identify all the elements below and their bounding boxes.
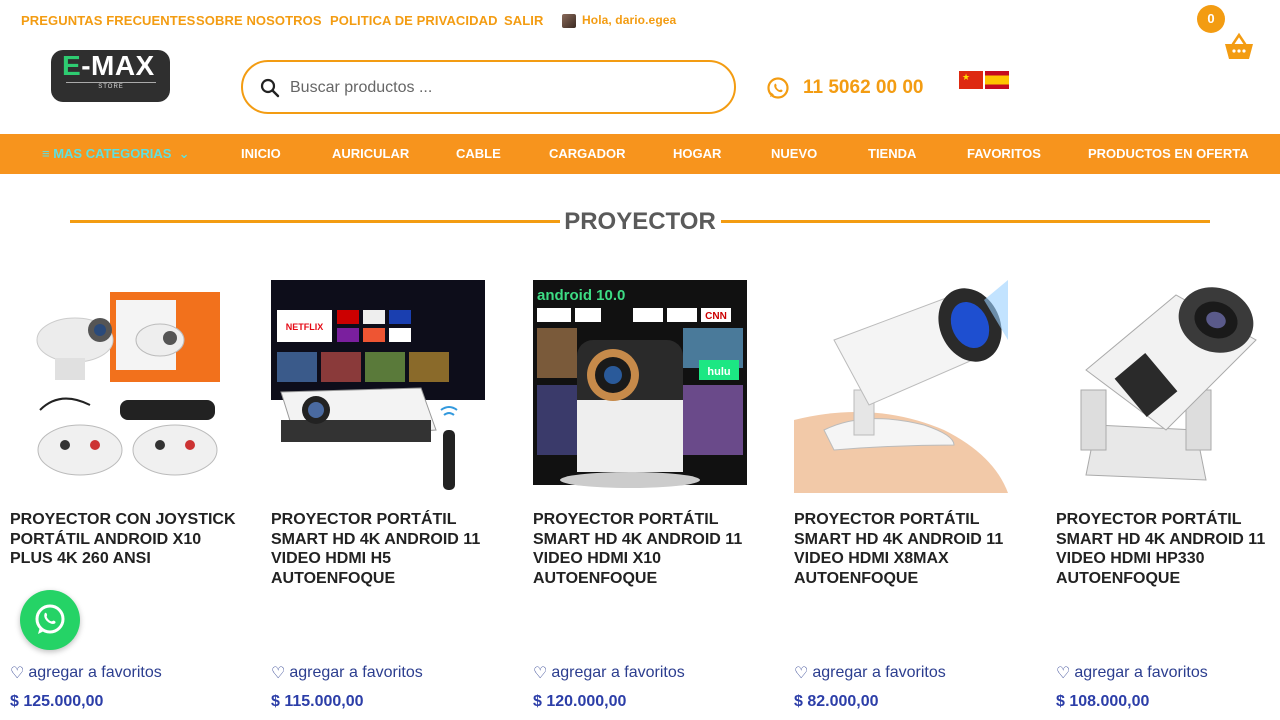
nav-item-ofertas[interactable]: PRODUCTOS EN OFERTA [1088,146,1249,161]
product-title[interactable]: PROYECTOR PORTÁTIL SMART HD 4K ANDROID 1… [271,510,507,588]
heart-icon: ♡ [1056,665,1071,682]
more-categories-menu[interactable]: ≡ MAS CATEGORIAS ⌄ [42,146,190,162]
privacy-link[interactable]: POLITICA DE PRIVACIDAD [330,13,498,28]
nav-item-favoritos[interactable]: FAVORITOS [967,146,1041,161]
product-title[interactable]: PROYECTOR PORTÁTIL SMART HD 4K ANDROID 1… [1056,510,1280,588]
nav-item-nuevo[interactable]: NUEVO [771,146,817,161]
product-card: PROYECTOR PORTÁTIL SMART HD 4K ANDROID 1… [794,280,1034,720]
product-image[interactable]: NETFLIX [271,280,485,493]
heart-icon: ♡ [533,665,548,682]
product-title[interactable]: PROYECTOR CON JOYSTICK PORTÁTIL ANDROID … [10,510,246,569]
section-divider-right [721,220,1210,223]
product-price: $ 115.000,00 [271,693,364,710]
nav-item-cable[interactable]: CABLE [456,146,501,161]
nav-item-hogar[interactable]: HOGAR [673,146,721,161]
cart-count-badge[interactable]: 0 [1197,5,1225,33]
product-image[interactable] [20,280,234,493]
cart-basket-icon[interactable] [1222,32,1256,62]
product-image[interactable] [794,280,1008,493]
nav-item-tienda[interactable]: TIENDA [868,146,916,161]
nav-item-auricular[interactable]: AURICULAR [332,146,409,161]
top-bar: PREGUNTAS FRECUENTES SOBRE NOSOTROS POLI… [0,0,1280,40]
product-card: android 10.0 CNN hulu PROYECTOR PORTÁTIL… [533,280,773,720]
section-title: PROYECTOR [564,208,716,235]
whatsapp-chat-button[interactable] [20,590,80,650]
heart-icon: ♡ [794,665,809,682]
add-to-favorites-link[interactable]: ♡ agregar a favoritos [271,663,423,683]
heart-icon: ♡ [271,665,286,682]
logo-text: E-MAX [62,50,155,81]
product-card: PROYECTOR CON JOYSTICK PORTÁTIL ANDROID … [10,280,250,720]
flag-china-icon[interactable]: ★ [959,71,983,89]
product-price: $ 108.000,00 [1056,693,1150,710]
avatar [562,14,576,28]
svg-text:hulu: hulu [707,366,730,378]
add-to-favorites-link[interactable]: ♡ agregar a favoritos [1056,663,1208,683]
product-title[interactable]: PROYECTOR PORTÁTIL SMART HD 4K ANDROID 1… [533,510,769,588]
add-to-favorites-link[interactable]: ♡ agregar a favoritos [794,663,946,683]
add-to-favorites-link[interactable]: ♡ agregar a favoritos [10,663,162,683]
product-image[interactable] [1056,280,1270,493]
logout-link[interactable]: SALIR [504,13,544,28]
product-price: $ 125.000,00 [10,693,104,710]
faq-link[interactable]: PREGUNTAS FRECUENTES [21,13,195,28]
heart-icon: ♡ [10,665,25,682]
search-input[interactable] [290,74,710,102]
add-to-favorites-link[interactable]: ♡ agregar a favoritos [533,663,685,683]
flag-spain-icon[interactable] [985,71,1009,89]
section-divider-left [70,220,560,223]
svg-text:CNN: CNN [705,311,727,322]
product-card: PROYECTOR PORTÁTIL SMART HD 4K ANDROID 1… [1056,280,1280,720]
whatsapp-icon[interactable] [766,76,790,100]
svg-text:NETFLIX: NETFLIX [286,322,324,332]
product-image[interactable]: android 10.0 CNN hulu [533,280,747,493]
phone-number[interactable]: 11 5062 00 00 [803,77,923,99]
product-price: $ 82.000,00 [794,693,879,710]
product-price: $ 120.000,00 [533,693,627,710]
about-link[interactable]: SOBRE NOSOTROS [196,13,322,28]
whatsapp-icon [35,604,65,634]
logo-subtitle: STORE [66,82,156,90]
product-card: NETFLIX PROYECTOR PORTÁTIL SMART HD 4K A… [271,280,511,720]
user-greeting-link[interactable]: Hola, dario.egea [582,13,676,27]
product-title[interactable]: PROYECTOR PORTÁTIL SMART HD 4K ANDROID 1… [794,510,1030,588]
nav-item-cargador[interactable]: CARGADOR [549,146,626,161]
svg-text:android 10.0: android 10.0 [537,287,625,304]
search-icon[interactable] [260,78,280,98]
nav-item-inicio[interactable]: INICIO [241,146,281,161]
